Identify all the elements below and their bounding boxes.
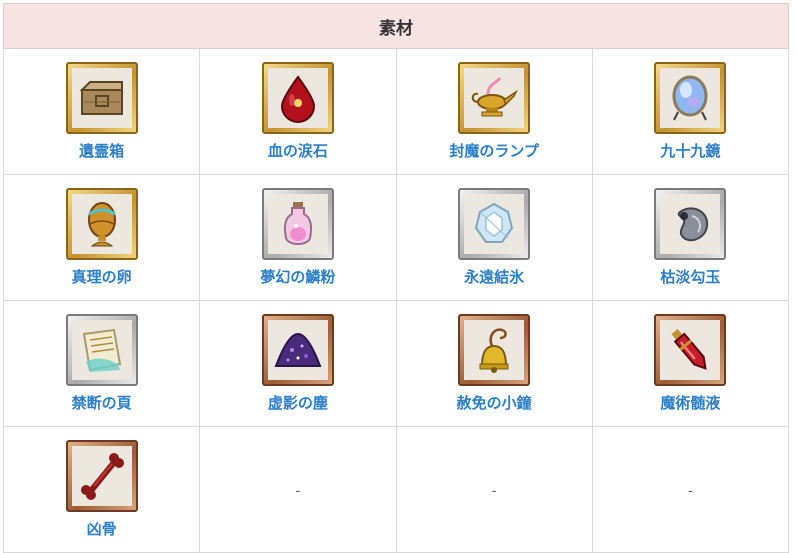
empty-cell: - [395, 426, 593, 553]
material-cell[interactable]: 九十九鏡 [591, 48, 790, 175]
golden-egg-icon[interactable] [65, 188, 138, 260]
material-cell[interactable]: 血の涙石 [199, 48, 397, 175]
material-cell[interactable]: 遺霊箱 [2, 48, 201, 175]
table-row: 遺霊箱 血の涙石 封魔のランプ 九十九鏡 [2, 48, 790, 175]
material-cell[interactable]: 禁断の頁 [2, 300, 201, 427]
empty-placeholder: - [688, 484, 693, 499]
material-cell[interactable]: 真理の卵 [2, 174, 201, 301]
table-row: 凶骨 - - - [2, 426, 790, 553]
red-potion-vial-icon[interactable] [654, 314, 727, 386]
material-label[interactable]: 永遠結氷 [464, 266, 524, 287]
material-label[interactable]: 魔術髄液 [660, 392, 720, 413]
purple-dust-pile-icon[interactable] [261, 314, 334, 386]
small-bell-icon[interactable] [458, 314, 531, 386]
table-header: 素材 [3, 3, 789, 49]
empty-cell: - [591, 426, 790, 553]
empty-cell: - [199, 426, 397, 553]
material-cell[interactable]: 夢幻の鱗粉 [199, 174, 397, 301]
red-teardrop-gem-icon[interactable] [261, 62, 334, 134]
ornate-chest-icon[interactable] [65, 62, 138, 134]
golden-magic-lamp-icon[interactable] [458, 62, 531, 134]
material-label[interactable]: 血の涙石 [268, 140, 328, 161]
material-cell[interactable]: 封魔のランプ [395, 48, 593, 175]
scroll-page-icon[interactable] [65, 314, 138, 386]
material-cell[interactable]: 枯淡勾玉 [591, 174, 790, 301]
materials-panel: 素材 遺霊箱 血の涙石 封魔のランプ 九十九鏡 真理の卵 夢幻の鱗粉 永遠結氷 … [2, 3, 790, 553]
material-cell[interactable]: 赦免の小鐘 [395, 300, 593, 427]
material-label[interactable]: 赦免の小鐘 [457, 392, 532, 413]
table-row: 禁断の頁 虚影の塵 赦免の小鐘 魔術髄液 [2, 300, 790, 427]
material-label[interactable]: 禁断の頁 [72, 392, 132, 413]
material-cell[interactable]: 虚影の塵 [199, 300, 397, 427]
material-label[interactable]: 封魔のランプ [449, 140, 539, 161]
crystal-mirror-icon[interactable] [654, 62, 727, 134]
pink-vial-icon[interactable] [261, 188, 334, 260]
material-label[interactable]: 遺霊箱 [79, 140, 124, 161]
material-label[interactable]: 凶骨 [87, 518, 117, 539]
ice-crystal-icon[interactable] [458, 188, 531, 260]
bone-icon[interactable] [65, 440, 138, 512]
empty-placeholder: - [491, 484, 497, 499]
table-row: 真理の卵 夢幻の鱗粉 永遠結氷 枯淡勾玉 [2, 174, 790, 301]
material-cell[interactable]: 永遠結氷 [395, 174, 593, 301]
table-header-row: 素材 [3, 3, 789, 49]
material-label[interactable]: 九十九鏡 [660, 140, 720, 161]
empty-placeholder: - [295, 484, 301, 499]
material-label[interactable]: 枯淡勾玉 [660, 266, 720, 287]
materials-table: 素材 遺霊箱 血の涙石 封魔のランプ 九十九鏡 真理の卵 夢幻の鱗粉 永遠結氷 … [2, 3, 790, 553]
magatama-icon[interactable] [654, 188, 727, 260]
material-cell[interactable]: 凶骨 [2, 426, 201, 553]
material-label[interactable]: 虚影の塵 [268, 392, 328, 413]
material-label[interactable]: 夢幻の鱗粉 [260, 266, 335, 287]
material-label[interactable]: 真理の卵 [72, 266, 132, 287]
material-cell[interactable]: 魔術髄液 [591, 300, 790, 427]
